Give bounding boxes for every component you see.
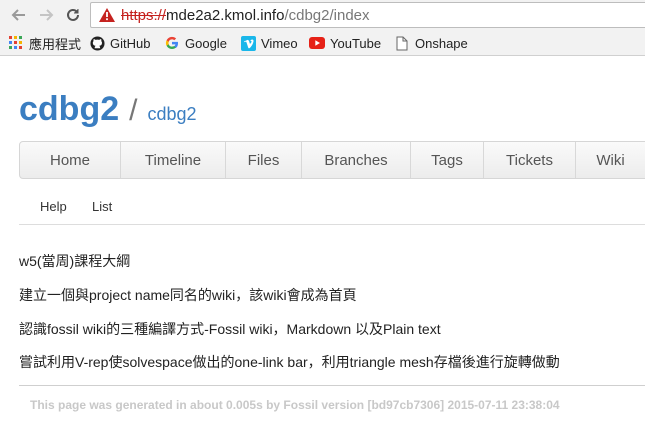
submenu-item-help[interactable]: Help	[40, 199, 67, 214]
project-title[interactable]: cdbg2	[19, 90, 119, 128]
forward-arrow-icon[interactable]	[34, 3, 58, 27]
bookmark-google[interactable]: Google	[164, 34, 227, 52]
page-subtitle[interactable]: cdbg2	[147, 104, 196, 124]
main-menu: Home Timeline Files Branches Tags Ticket…	[19, 141, 645, 179]
content-line: 嘗試利用V-rep使solvespace做出的one-link bar，利用tr…	[19, 354, 560, 370]
url-path: /cdbg2/index	[284, 7, 370, 24]
bookmark-vimeo[interactable]: Vimeo	[240, 34, 298, 52]
menu-item-branches[interactable]: Branches	[302, 142, 411, 178]
apps-grid-icon	[8, 35, 24, 51]
bookmark-label: YouTube	[330, 35, 382, 51]
vimeo-icon	[240, 35, 256, 51]
menu-item-tickets[interactable]: Tickets	[484, 142, 576, 178]
footer-divider	[19, 385, 645, 386]
bookmark-label: Onshape	[415, 35, 468, 51]
title-separator: /	[129, 94, 138, 127]
bookmark-label: 應用程式	[29, 36, 82, 52]
bookmark-apps[interactable]: 應用程式	[8, 34, 81, 52]
bookmarks-bar: 應用程式 GitHub Google Vimeo YouTube Onshape	[0, 30, 645, 56]
bookmark-youtube[interactable]: YouTube	[309, 34, 381, 52]
bookmark-github[interactable]: GitHub	[89, 34, 150, 52]
warning-icon	[99, 8, 115, 22]
back-arrow-icon[interactable]	[7, 3, 31, 27]
browser-toolbar: https://mde2a2.kmol.info/cdbg2/index	[0, 0, 645, 30]
bookmark-label: GitHub	[110, 35, 151, 51]
sub-menu: Help List	[19, 191, 645, 225]
youtube-icon	[309, 35, 325, 51]
content-line: 認識fossil wiki的三種編譯方式-Fossil wiki，Markdow…	[19, 321, 441, 337]
menu-item-wiki[interactable]: Wiki	[576, 142, 645, 178]
submenu-item-list[interactable]: List	[92, 199, 112, 214]
menu-item-files[interactable]: Files	[226, 142, 302, 178]
page-header: cdbg2 / cdbg2	[19, 90, 197, 129]
page-footer: This page was generated in about 0.005s …	[30, 398, 560, 412]
url-text: https://mde2a2.kmol.info/cdbg2/index	[121, 7, 370, 24]
google-icon	[164, 35, 180, 51]
page-icon	[394, 35, 410, 51]
content-line: w5(當周)課程大綱	[19, 253, 131, 269]
content-line: 建立一個與project name同名的wiki，該wiki會成為首頁	[19, 287, 357, 303]
reload-icon[interactable]	[61, 3, 85, 27]
github-icon	[89, 35, 105, 51]
address-bar[interactable]: https://mde2a2.kmol.info/cdbg2/index	[90, 2, 645, 28]
menu-item-timeline[interactable]: Timeline	[121, 142, 226, 178]
bookmark-label: Google	[185, 35, 227, 51]
bookmark-onshape[interactable]: Onshape	[394, 34, 468, 52]
url-host: mde2a2.kmol.info	[166, 7, 285, 24]
menu-item-home[interactable]: Home	[20, 142, 121, 178]
bookmark-label: Vimeo	[261, 35, 298, 51]
menu-item-tags[interactable]: Tags	[411, 142, 484, 178]
url-scheme: https://	[121, 7, 167, 24]
